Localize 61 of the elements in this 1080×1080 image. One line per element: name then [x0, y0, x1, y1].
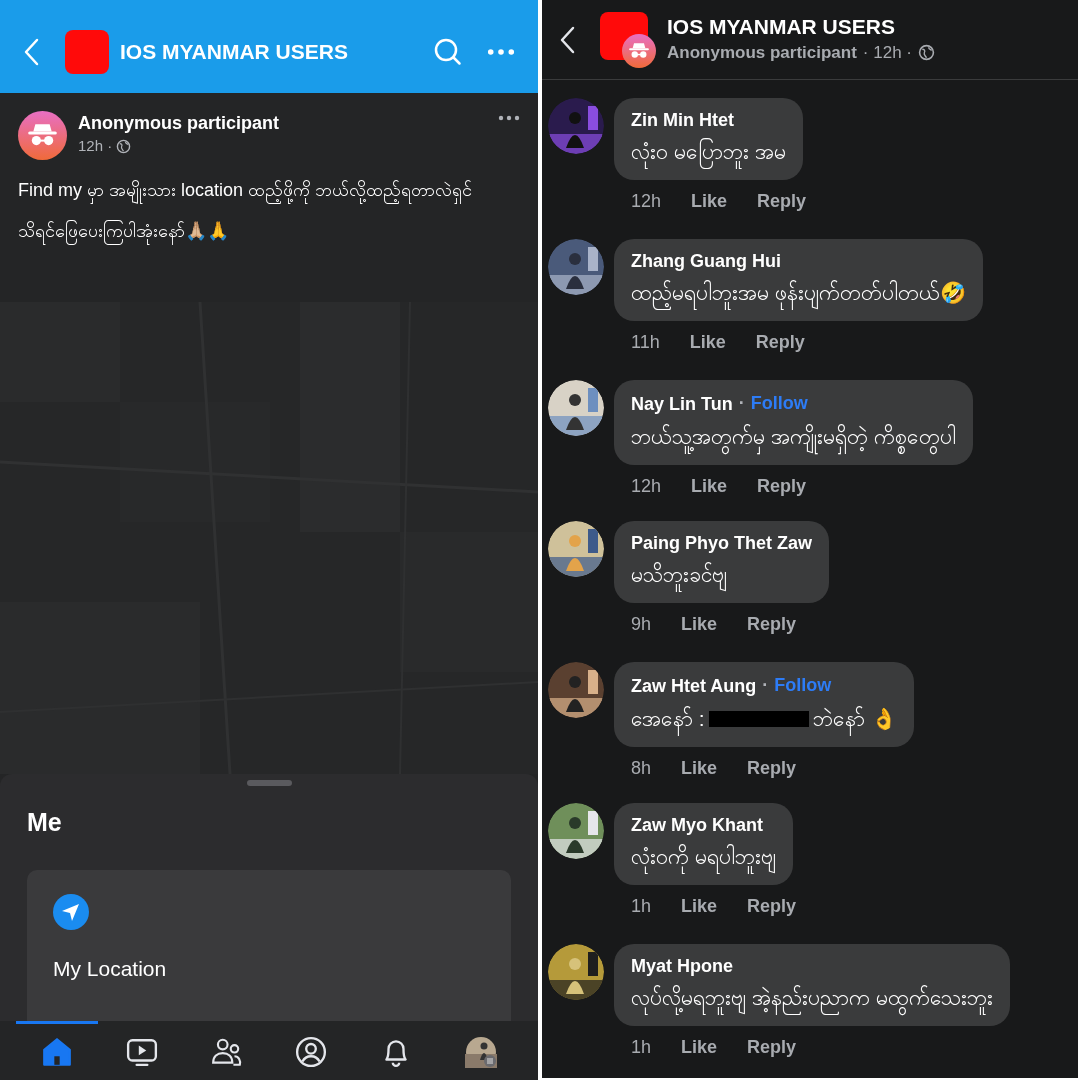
globe-icon [918, 44, 935, 61]
commenter-name[interactable]: Nay Lin Tun [631, 391, 733, 416]
like-link[interactable]: Like [691, 188, 728, 215]
author-name[interactable]: Anonymous participant [78, 111, 487, 135]
comment-time: 8h [631, 757, 652, 780]
reply-link[interactable]: Reply [757, 473, 807, 500]
location-card[interactable]: My Location [27, 869, 511, 1021]
group-avatar-icon[interactable] [600, 11, 656, 68]
separator-dot: · [738, 392, 745, 415]
like-link[interactable]: Like [691, 473, 728, 500]
commenter-name[interactable]: Zaw Myo Khant [631, 813, 763, 837]
comment-time: 9h [631, 613, 652, 636]
comment-text: အေနော် : [631, 703, 705, 735]
comment-text: မသိဘူးခင်ဗျ [631, 559, 727, 591]
comment-time: 1h [631, 895, 652, 918]
reply-link[interactable]: Reply [757, 188, 807, 215]
post-time: · 12h · [862, 41, 912, 64]
like-link[interactable]: Like [681, 755, 718, 782]
comment-text: ထည့်မရပါဘူးအမ ဖုန်းပျက်တတ်ပါတယ်🤣 [631, 277, 966, 309]
reply-link[interactable]: Reply [747, 755, 797, 782]
like-link[interactable]: Like [681, 1034, 718, 1061]
commenter-name[interactable]: Myat Hpone [631, 954, 733, 978]
separator-dot: · [762, 674, 769, 697]
globe-icon [116, 138, 132, 154]
search-icon[interactable] [433, 36, 463, 67]
post-time: 12h · [78, 136, 113, 156]
home-icon[interactable] [41, 1036, 73, 1068]
group-title: IOS MYANMAR USERS [667, 13, 896, 40]
like-link[interactable]: Like [681, 893, 718, 920]
comment-text: လုပ်လို့မရဘူးဗျ အဲ့နည်းပညာက မထွက်သေးဘူး [631, 982, 993, 1014]
group-title: IOS MYANMAR USERS [120, 38, 349, 65]
sheet-title: Me [27, 807, 63, 838]
comment-text: ဘယ်သူ့အတွက်မှ အကျိုးမရှိတဲ့ ကိစ္စတွေပါ [631, 421, 956, 453]
profile-icon[interactable] [295, 1036, 328, 1068]
anonymous-avatar-icon [18, 111, 67, 160]
like-link[interactable]: Like [689, 329, 726, 356]
commenter-name[interactable]: Zin Min Htet [631, 108, 734, 132]
post-text: သိရင်ဖြေပေးကြပါအုံးနော်🙏🏼🙏 [18, 211, 520, 252]
friends-icon[interactable] [210, 1036, 243, 1068]
drag-handle[interactable] [246, 780, 292, 786]
reply-link[interactable]: Reply [747, 611, 797, 638]
reply-link[interactable]: Reply [747, 1034, 797, 1061]
comment-time: 12h [631, 190, 662, 213]
menu-avatar-icon[interactable] [465, 1036, 497, 1068]
reply-link[interactable]: Reply [755, 329, 805, 356]
more-icon[interactable] [498, 115, 520, 121]
author-name[interactable]: Anonymous participant [667, 39, 857, 66]
comment-time: 11h [631, 331, 660, 354]
comment-time: 1h [631, 1036, 652, 1059]
video-icon[interactable] [125, 1036, 158, 1068]
post-text: Find my မှာ အမျိုးသား location ထည့်ဖို့ကို ဘယ်လို့ထည့်ရတာလဲရှင် [18, 170, 520, 211]
comment-text: လုံး၀ မပြောဘူး အမ [631, 136, 786, 168]
reply-link[interactable]: Reply [747, 893, 797, 920]
location-label: My Location [53, 955, 168, 982]
comment-time: 12h [631, 475, 662, 498]
like-link[interactable]: Like [681, 611, 718, 638]
commenter-name[interactable]: Zhang Guang Hui [631, 249, 781, 273]
comment-text: လုံး၀ကို မရပါဘူးဗျ [631, 841, 776, 873]
comment-text: ဘဲနော် 👌 [812, 703, 897, 735]
commenter-name[interactable]: Paing Phyo Thet Zaw [631, 531, 813, 555]
commenter-name[interactable]: Zaw Htet Aung [631, 673, 757, 698]
